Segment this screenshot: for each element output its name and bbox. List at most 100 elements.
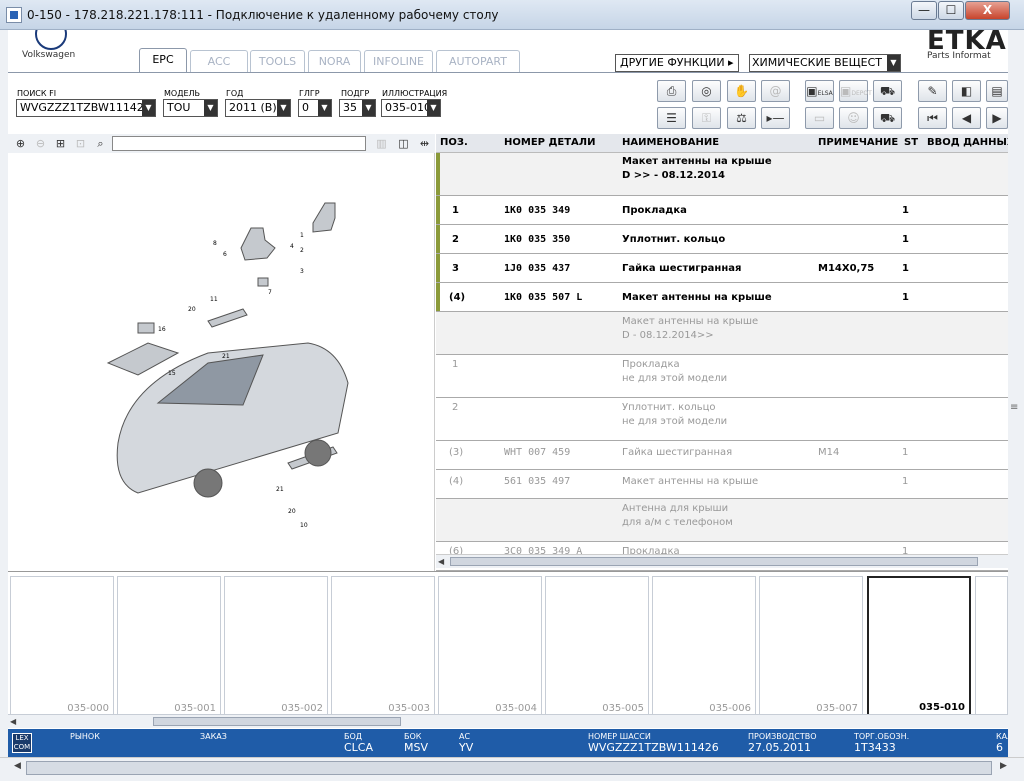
thumbnail-035-003[interactable]: 035-003 [331,576,435,717]
thumbnail-035-006[interactable]: 035-006 [652,576,756,717]
col-st[interactable]: ST [904,137,918,148]
split-icon[interactable]: ⇹ [416,135,433,152]
close-button[interactable]: X [965,1,1010,20]
table-row[interactable]: Антенна для крыши для а/м с телефоном [436,499,1008,542]
depot-button[interactable]: ▣DEPOT [839,80,872,102]
zoom-area-icon[interactable]: ⊞ [52,135,69,152]
chevron-down-icon[interactable]: ▼ [204,100,217,116]
pin-button[interactable]: ✎ [918,80,947,102]
chevron-down-icon[interactable]: ▼ [427,100,440,116]
other-functions-label[interactable]: ДРУГИЕ ФУНКЦИИ ▸ [615,54,739,72]
thumbnail-next[interactable] [975,576,1008,717]
model-select[interactable]: TOU ▼ [163,99,218,117]
col-pos[interactable]: ПОЗ. [440,137,468,148]
key-button[interactable]: ⚿ [692,107,721,129]
scroll-right-icon[interactable]: ▶ [1000,761,1007,771]
thumbnail-035-002[interactable]: 035-002 [224,576,328,717]
contact-button[interactable]: @ [761,80,790,102]
scroll-left-icon[interactable]: ◀ [14,761,21,771]
scrollbar-thumb[interactable] [26,761,992,775]
tab-infoline[interactable]: INFOLINE [364,50,433,73]
graphic-search-input[interactable] [112,136,366,151]
thumbnail-035-010[interactable]: 035-010 [867,576,971,717]
table-row[interactable]: (3) WHT 007 459 Гайка шестигранная M14 1 [436,441,1008,470]
document-button[interactable]: ▤ [986,80,1008,102]
table-row[interactable]: 2 Уплотнит. кольцо не для этой модели [436,398,1008,441]
col-input[interactable]: ВВОД ДАННЫХ [927,137,1008,148]
first-button[interactable]: ⏮ [918,107,947,129]
thumbnail-label: 035-000 [67,703,109,714]
row-st: 1 [902,205,909,216]
table-row[interactable]: 1 Прокладка не для этой модели [436,355,1008,398]
scrollbar-thumb[interactable] [450,557,978,566]
thumbnail-035-007[interactable]: 035-007 [759,576,863,717]
cart-icon: ⛟ [879,84,896,98]
person-button[interactable]: ☺ [839,107,868,129]
chevron-down-icon[interactable]: ▼ [277,100,290,116]
next-button[interactable]: ▶ [986,107,1008,129]
table-row[interactable]: (4) 561 035 497 Макет антенны на крыше 1 [436,470,1008,499]
maximize-button[interactable]: ☐ [938,1,964,20]
col-name[interactable]: НАИМЕНОВАНИЕ [622,137,719,148]
row-marker [436,153,440,195]
table-row[interactable]: Макет антенны на крыше D - 08.12.2014>> [436,312,1008,355]
market-label: РЫНОК [70,732,100,741]
thumbnail-035-001[interactable]: 035-001 [117,576,221,717]
year-select[interactable]: 2011 (B) ▼ [225,99,291,117]
scroll-left-icon[interactable]: ◀ [438,557,444,566]
scroll-left-icon[interactable]: ◀ [10,717,16,726]
chevron-down-icon[interactable]: ▼ [318,100,331,116]
zoom-in-icon[interactable]: ⊕ [12,135,29,152]
chevron-down-icon[interactable]: ▼ [887,55,900,71]
layout-a-icon[interactable]: ▥ [373,135,390,152]
table-row[interactable]: Макет антенны на крыше D >> - 08.12.2014 [436,153,1008,196]
shopping-cart-button[interactable]: ⛟ [873,107,902,129]
chevron-down-icon[interactable]: ▼ [362,100,375,116]
table-row[interactable]: 2 1K0 035 350 Уплотнит. кольцо 1 [436,225,1008,254]
chevron-down-icon[interactable]: ▼ [142,100,155,116]
table-horizontal-scrollbar[interactable]: ◀ [436,554,1008,568]
back-page-button[interactable]: ◧ [952,80,981,102]
thumbnail-035-000[interactable]: 035-000 [10,576,114,717]
col-part-number[interactable]: НОМЕР ДЕТАЛИ [504,137,595,148]
compare-button[interactable]: ▭ [805,107,834,129]
handshake-button[interactable]: ✋ [727,80,756,102]
window-scrollbar[interactable]: ◀ ▶ [0,757,1024,781]
tab-autopart[interactable]: AUTOPART [436,50,520,73]
thumbnail-035-004[interactable]: 035-004 [438,576,542,717]
table-row[interactable]: 3 1J0 035 437 Гайка шестигранная M14X0,7… [436,254,1008,283]
thumbnail-035-005[interactable]: 035-005 [545,576,649,717]
layout-b-icon[interactable]: ◫ [395,135,412,152]
functions-select[interactable]: ХИМИЧЕСКИЕ ВЕЩЕСТ ▼ [749,54,901,72]
tab-acc[interactable]: ACC [190,50,248,73]
print-button[interactable]: ⎙ [657,80,686,102]
diagram-label: 7 [268,289,272,296]
zoom-out-icon[interactable]: ⊖ [32,135,49,152]
handshake-icon: ✋ [734,84,749,98]
tab-tools[interactable]: TOOLS [250,50,305,73]
search-fi-field[interactable]: WVGZZZ1TZBW11142 ▼ [16,99,156,117]
zoom-fit-icon[interactable]: ⊡ [72,135,89,152]
sub-group-select[interactable]: 35 ▼ [339,99,376,117]
magnifier-icon[interactable]: ⌕ [92,135,109,152]
thumbnail-scrollbar[interactable]: ◀ [8,714,1008,728]
list-button[interactable]: ☰ [657,107,686,129]
col-note[interactable]: ПРИМЕЧАНИЕ [818,137,898,148]
tab-epc[interactable]: EPC [139,48,187,73]
scale-button[interactable]: ⚖ [727,107,756,129]
previous-button[interactable]: ◀ [952,107,981,129]
table-row[interactable]: (4) 1K0 035 507 L Макет антенны на крыше… [436,283,1008,312]
minimize-button[interactable]: — [911,1,937,20]
illustration-select[interactable]: 035-010 ▼ [381,99,441,117]
elsa-button[interactable]: ▣ELSA [805,80,834,102]
tab-nora[interactable]: NORA [308,50,361,73]
play-button[interactable]: ▸— [761,107,790,129]
table-row[interactable]: 1 1K0 035 349 Прокладка 1 [436,196,1008,225]
parts-illustration[interactable]: 8 6 4 1 2 3 7 11 20 16 21 15 21 20 10 [8,153,435,571]
disk-button[interactable]: ◎ [692,80,721,102]
scrollbar-thumb[interactable] [153,717,401,726]
window-titlebar: 0-150 - 178.218.221.178:111 - Подключени… [0,0,1024,30]
main-group-select[interactable]: 0 ▼ [298,99,332,117]
grip-icon[interactable]: ≡ [1010,402,1018,413]
cart-transfer-button[interactable]: ⛟ [873,80,902,102]
